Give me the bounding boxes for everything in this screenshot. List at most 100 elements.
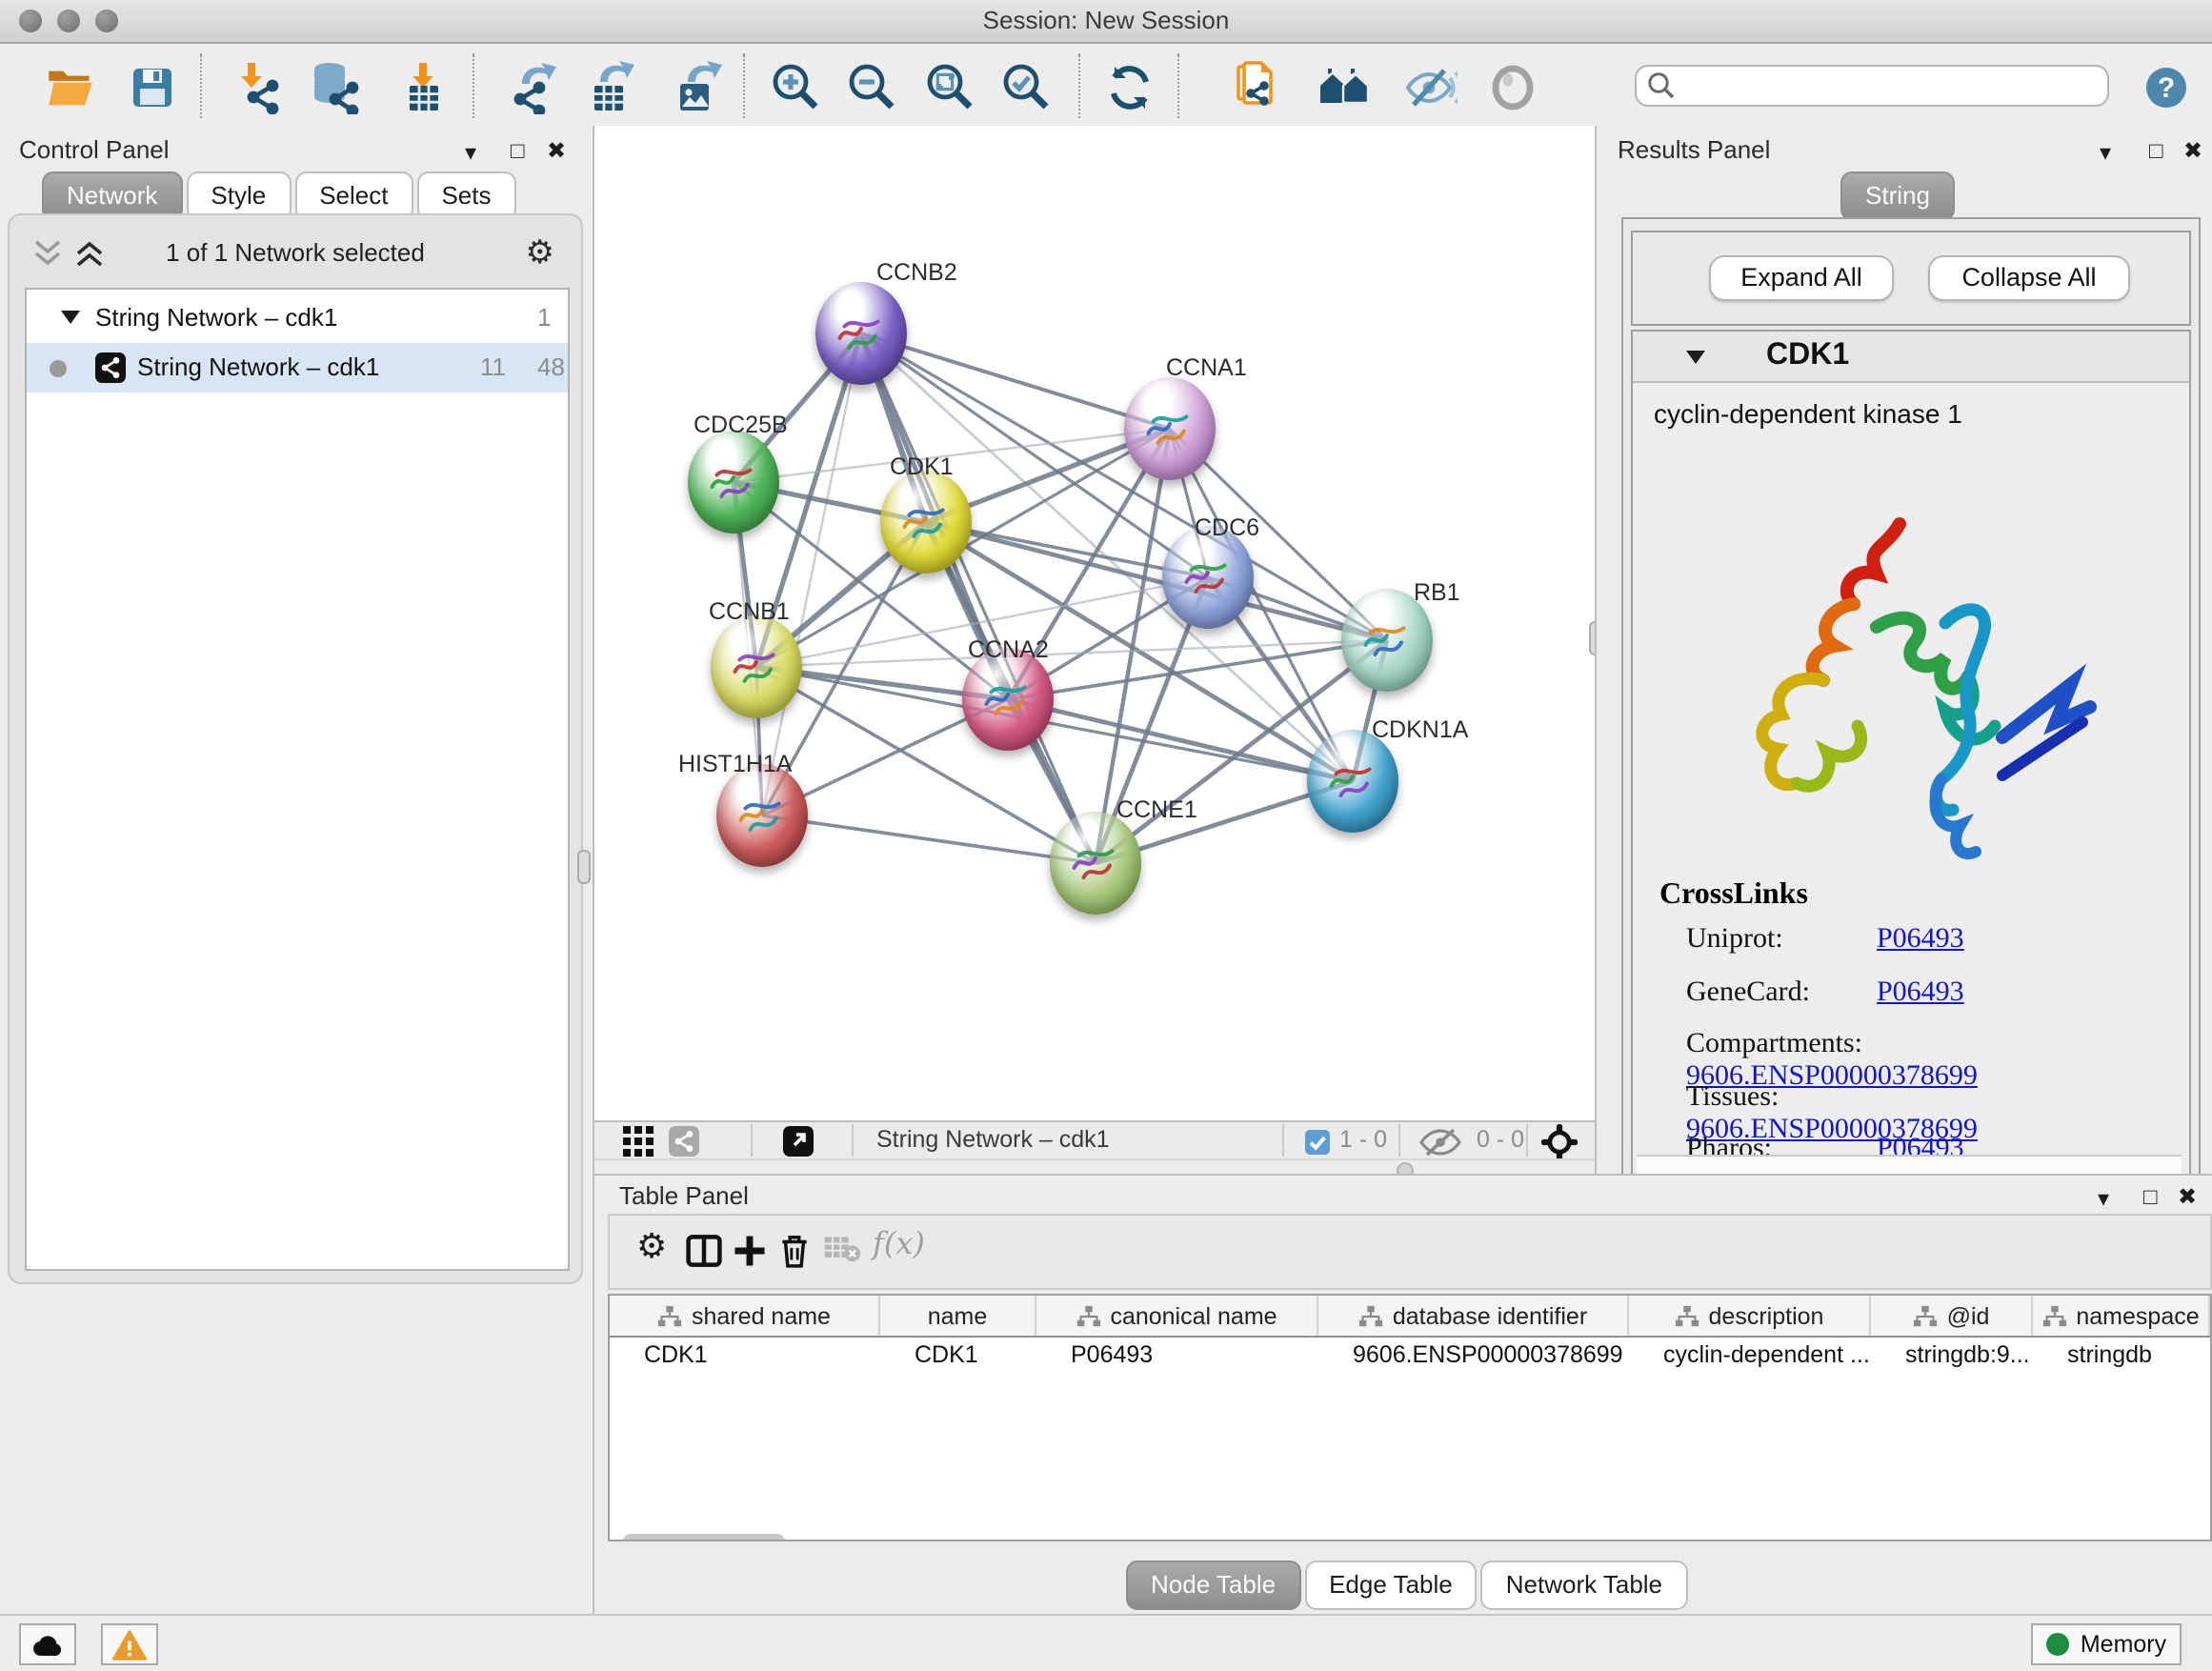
open-in-new-icon[interactable] xyxy=(783,1126,814,1157)
cloud-status-button[interactable] xyxy=(19,1623,76,1665)
tab-edge-table[interactable]: Edge Table xyxy=(1304,1560,1478,1610)
table-settings-gear-icon[interactable]: ⚙ xyxy=(636,1227,667,1267)
section-expand-caret[interactable] xyxy=(1686,351,1705,364)
warning-status-button[interactable] xyxy=(101,1623,158,1665)
zoom-selected-button[interactable] xyxy=(1000,61,1054,114)
collection-label: String Network – cdk1 xyxy=(95,303,337,332)
network-node-HIST1H1A[interactable] xyxy=(716,764,808,867)
save-session-button[interactable] xyxy=(126,61,179,114)
network-node-CDK1[interactable] xyxy=(880,471,972,574)
left-splitter-handle[interactable] xyxy=(577,850,591,884)
network-share-icon[interactable] xyxy=(669,1126,699,1157)
collapse-all-button[interactable]: Collapse All xyxy=(1928,255,2130,301)
gear-icon[interactable]: ⚙ xyxy=(526,234,555,272)
network-node-CDKN1A[interactable] xyxy=(1307,730,1398,833)
share-document-button[interactable] xyxy=(1235,61,1288,114)
show-columns-icon[interactable] xyxy=(686,1233,722,1269)
selected-count: 1 - 0 xyxy=(1339,1126,1387,1153)
float-panel-icon[interactable]: ▾ xyxy=(2100,141,2111,164)
network-edge-count: 48 xyxy=(537,352,565,381)
cell-database-identifier[interactable]: 9606.ENSP00000378699 xyxy=(1318,1336,1629,1376)
float-panel-icon[interactable]: ▾ xyxy=(465,141,476,164)
tab-node-table[interactable]: Node Table xyxy=(1126,1560,1300,1610)
close-panel-icon[interactable]: ✖ xyxy=(547,139,566,162)
refresh-button[interactable] xyxy=(1103,61,1156,114)
add-column-icon[interactable] xyxy=(732,1233,768,1269)
selected-checkbox-icon[interactable] xyxy=(1305,1130,1330,1155)
zoom-in-button[interactable] xyxy=(770,61,823,114)
export-image-button[interactable] xyxy=(669,61,722,114)
network-collection-row[interactable]: String Network – cdk1 1 xyxy=(27,293,568,343)
help-button[interactable]: ? xyxy=(2140,61,2193,114)
edge-CCNB1-CDKN1A[interactable] xyxy=(756,667,1353,781)
undock-panel-icon[interactable]: □ xyxy=(2143,1185,2158,1208)
expand-all-button[interactable]: Expand All xyxy=(1709,255,1894,301)
toolbar-separator xyxy=(1526,1124,1528,1157)
edge-HIST1H1A-CCNE1[interactable] xyxy=(762,815,1096,863)
protein-ribbon-thumb xyxy=(1067,835,1124,892)
export-network-button[interactable] xyxy=(507,61,560,114)
zoom-fit-button[interactable] xyxy=(924,61,977,114)
column-header-database-identifier[interactable]: database identifier xyxy=(1318,1296,1629,1336)
edge-CCNB2-HIST1H1A[interactable] xyxy=(762,333,861,815)
network-tree: String Network – cdk1 1 String Network –… xyxy=(25,288,570,1271)
column-header-label: database identifier xyxy=(1393,1302,1587,1329)
edge-CCNB2-CCNE1[interactable] xyxy=(861,333,1096,863)
tab-network-table[interactable]: Network Table xyxy=(1481,1560,1687,1610)
cell-canonical-name[interactable]: P06493 xyxy=(1036,1336,1318,1376)
cdk1-section-header[interactable]: CDK1 xyxy=(1633,332,2189,383)
zoom-out-button[interactable] xyxy=(846,61,899,114)
network-node-CCNA1[interactable] xyxy=(1124,377,1216,480)
column-header-shared-name[interactable]: shared name xyxy=(610,1296,880,1336)
cell-description[interactable]: cyclin-dependent ... xyxy=(1629,1336,1871,1376)
refresh-icon xyxy=(1105,63,1155,112)
import-network-button[interactable] xyxy=(232,61,286,114)
preview-button[interactable] xyxy=(1486,61,1539,114)
close-panel-icon[interactable]: ✖ xyxy=(2183,139,2202,162)
home-button[interactable] xyxy=(1318,61,1372,114)
tab-string[interactable]: String xyxy=(1840,171,1955,221)
cell-namespace[interactable]: stringdb xyxy=(2033,1336,2210,1376)
cell--id[interactable]: stringdb:9... xyxy=(1871,1336,2033,1376)
close-panel-icon[interactable]: ✖ xyxy=(2178,1185,2197,1208)
birdseye-grid-icon[interactable] xyxy=(623,1126,654,1157)
table-panel-title: Table Panel xyxy=(619,1181,749,1210)
control-panel-title: Control Panel xyxy=(19,135,170,164)
cdk1-section-body: cyclin-dependent kinase 1 xyxy=(1637,383,2182,1155)
undock-panel-icon[interactable]: □ xyxy=(2149,139,2163,162)
hide-panel-button[interactable] xyxy=(1404,61,1458,114)
cell-name[interactable]: CDK1 xyxy=(880,1336,1036,1376)
import-network-from-database-button[interactable] xyxy=(311,61,364,114)
crosslink-link[interactable]: P06493 xyxy=(1877,976,1964,1007)
collection-expand-caret[interactable] xyxy=(61,311,80,324)
edge-CCNB2-CCNA1[interactable] xyxy=(861,333,1170,429)
network-node-CCNE1[interactable] xyxy=(1050,812,1141,915)
undock-panel-icon[interactable]: □ xyxy=(511,139,525,162)
delete-column-icon[interactable] xyxy=(777,1233,812,1269)
network-node-CCNA2[interactable] xyxy=(962,648,1054,751)
float-panel-icon[interactable]: ▾ xyxy=(2098,1187,2109,1210)
import-table-button[interactable] xyxy=(398,61,452,114)
network-node-CCNB2[interactable] xyxy=(815,282,907,385)
network-node-CDC25B[interactable] xyxy=(688,431,779,534)
column-header-canonical-name[interactable]: canonical name xyxy=(1036,1296,1318,1336)
crosslink-link[interactable]: P06493 xyxy=(1877,924,1964,955)
network-row-selected[interactable]: String Network – cdk1 11 48 xyxy=(27,343,568,393)
crosshair-icon[interactable] xyxy=(1541,1124,1578,1160)
search-input[interactable] xyxy=(1635,65,2109,107)
horizontal-scrollbar-thumb[interactable] xyxy=(623,1534,785,1541)
column-header--id[interactable]: @id xyxy=(1871,1296,2033,1336)
column-header-description[interactable]: description xyxy=(1629,1296,1871,1336)
column-header-namespace[interactable]: namespace xyxy=(2033,1296,2210,1336)
network-canvas[interactable]: CCNB2CCNA1CDC25BCDK1CDC6RB1CCNB1CCNA2CDK… xyxy=(594,126,1595,1120)
table-row[interactable]: CDK1CDK1P064939606.ENSP00000378699cyclin… xyxy=(610,1336,2210,1376)
gray-eye-icon xyxy=(1490,63,1536,112)
network-node-CCNB1[interactable] xyxy=(711,615,802,718)
cell-shared-name[interactable]: CDK1 xyxy=(610,1336,880,1376)
memory-button[interactable]: Memory xyxy=(2031,1623,2182,1665)
column-header-name[interactable]: name xyxy=(880,1296,1036,1336)
export-table-button[interactable] xyxy=(583,61,636,114)
hidden-eye-slash-icon[interactable] xyxy=(1419,1128,1461,1157)
network-node-CDC6[interactable] xyxy=(1162,526,1254,629)
open-session-button[interactable] xyxy=(44,61,97,114)
